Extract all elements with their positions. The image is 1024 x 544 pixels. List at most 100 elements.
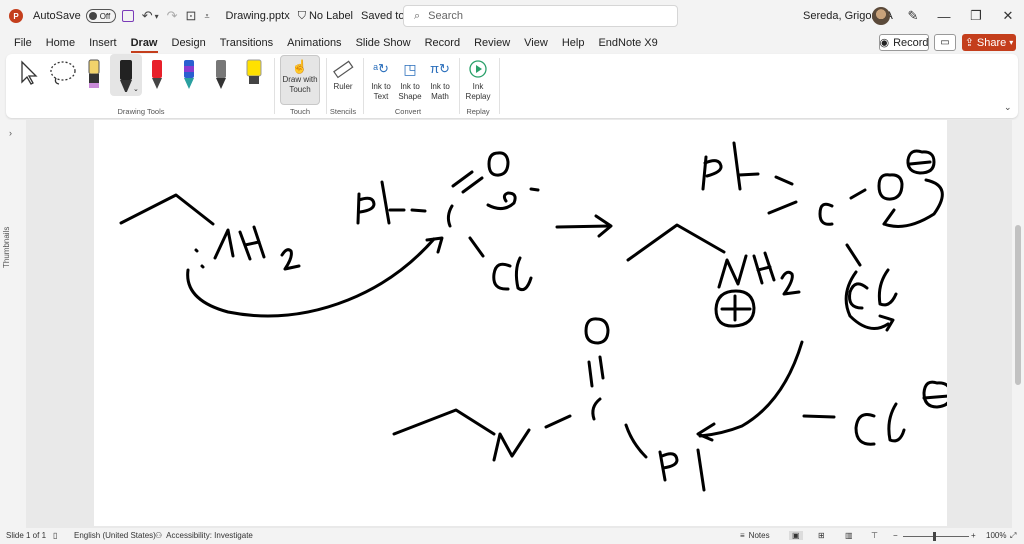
share-icon: ⇪ [964,37,974,49]
zoom-out-icon[interactable]: − [893,531,898,540]
close-icon[interactable]: ✕ [998,6,1018,26]
record-button[interactable]: ◉ Record [879,34,929,51]
collapse-ribbon-icon[interactable]: ⌄ [1004,102,1012,113]
share-label: Share [976,36,1007,49]
ink-stroke [194,248,199,253]
tab-slide-show[interactable]: Slide Show [356,37,411,49]
red-pen-icon[interactable] [148,58,168,92]
zoom-slider-knob[interactable] [933,532,936,541]
ink-stroke [492,428,531,462]
ribbon-separator [363,58,364,114]
zoom-in-icon[interactable]: + [971,531,976,540]
share-button[interactable]: ⇪ Share ▾ [962,34,1016,51]
tab-transitions[interactable]: Transitions [220,37,273,49]
tab-draw[interactable]: Draw [130,37,158,53]
ink-to-math-button[interactable]: π↻ Ink to Math [426,58,454,102]
vertical-scrollbar[interactable] [1012,120,1024,528]
ink-stroke [280,248,301,271]
language-indicator[interactable]: English (United States) [74,531,156,540]
ink-replay-l2: Replay [465,92,491,101]
draw-with-touch-button[interactable]: ☝ Draw with Touch [280,55,320,105]
minimize-icon[interactable]: — [934,6,954,26]
ink-stroke [514,256,533,292]
autosave-label: AutoSave [33,10,81,22]
ribbon: ⌄ Drawing Tools ☝ Draw with Touch Touch … [6,54,1018,118]
restore-icon[interactable]: ❐ [966,6,986,26]
tab-design[interactable]: Design [172,37,206,49]
ink-stroke [854,413,876,446]
draw-with-touch-l2: Touch [289,85,311,94]
tab-record[interactable]: Record [425,37,460,49]
tab-animations[interactable]: Animations [287,37,341,49]
ink-stroke [598,355,605,380]
ink-to-text-l1: Ink to [371,82,391,91]
accessibility-icon: ⚇ [155,531,163,540]
ink-to-shape-button[interactable]: ◳ Ink to Shape [397,58,423,102]
highlighter-icon[interactable] [244,58,264,92]
ink-stroke [877,268,898,307]
reading-view-icon[interactable]: ▥ [845,531,853,540]
ribbon-separator [459,58,460,114]
touch-hand-icon: ☝ [291,59,309,74]
ink-stroke [468,236,485,258]
tab-file[interactable]: File [14,37,32,49]
undo-dropdown-icon[interactable]: ▾ [155,12,159,21]
slide[interactable] [94,120,953,526]
ink-stroke [591,397,602,421]
ribbon-separator [274,58,275,114]
redo-icon[interactable]: ↷ [167,8,178,24]
save-icon[interactable] [121,10,134,22]
status-bar: Slide 1 of 1 ▯ English (United States) ⚇… [0,528,1024,544]
ruler-icon [333,60,354,79]
accessibility-button[interactable]: ⚇ Accessibility: Investigate [155,531,253,540]
slideshow-view-icon[interactable]: ⊤ [871,531,878,540]
tab-help[interactable]: Help [562,37,585,49]
comments-button[interactable]: ▭ [934,34,956,51]
ruler-button[interactable]: Ruler [330,58,356,92]
autosave-toggle[interactable]: Off [85,9,116,23]
ink-to-shape-l1: Ink to [400,82,420,91]
tab-endnote[interactable]: EndNote X9 [598,37,657,49]
present-icon[interactable]: ⊡ [186,8,197,24]
toggle-knob-icon [88,12,97,20]
pen-dropdown-icon[interactable]: ⌄ [133,85,139,93]
eraser-pen-icon[interactable] [85,58,105,92]
ink-stroke [698,340,804,438]
customize-toolbar-icon[interactable]: ⩡ [204,11,209,22]
ribbon-separator [326,58,327,114]
pen-icon[interactable]: ✎ [903,6,923,26]
select-arrow-icon[interactable] [18,60,40,86]
spell-check-icon[interactable]: ▯ [53,531,57,540]
expand-thumbnails-icon[interactable]: › [9,128,12,138]
zoom-slider-track[interactable] [903,536,969,537]
ink-stroke [451,170,474,188]
tab-view[interactable]: View [524,37,548,49]
fit-to-window-icon[interactable]: ⤢ [1010,531,1016,541]
ink-stroke [848,282,869,310]
sensitivity-label[interactable]: ⛉ No Label [298,10,353,23]
search-box[interactable]: ⌕ Search [403,5,678,27]
ink-to-text-button[interactable]: ᵃ↻ Ink to Text [368,58,394,102]
scrollbar-thumb[interactable] [1015,225,1021,385]
pencil-icon[interactable] [212,58,232,92]
black-pen-icon[interactable] [115,58,135,92]
ink-to-math-icon: π↻ [430,61,450,76]
ink-replay-button[interactable]: Ink Replay [464,58,492,102]
tab-insert[interactable]: Insert [89,37,117,49]
zoom-level[interactable]: 100% [986,531,1006,540]
galaxy-pen-icon[interactable] [180,58,200,92]
notes-button[interactable]: ≡ Notes [740,531,770,540]
lasso-select-icon[interactable] [48,59,78,87]
slide-sorter-icon[interactable]: ⊞ [818,531,825,540]
tab-home[interactable]: Home [46,37,75,49]
thumbnails-label[interactable]: Thumbnails [2,227,11,268]
ink-stroke [756,265,772,272]
avatar[interactable] [872,7,890,25]
tab-review[interactable]: Review [474,37,510,49]
normal-view-icon[interactable]: ▣ [789,531,803,540]
ink-stroke [200,264,205,269]
ink-drawing[interactable] [94,120,953,526]
ink-to-text-icon: ᵃ↻ [373,61,389,76]
undo-icon[interactable]: ↶ [142,8,153,24]
menu-bar: File Home Insert Draw Design Transitions… [0,32,1024,54]
